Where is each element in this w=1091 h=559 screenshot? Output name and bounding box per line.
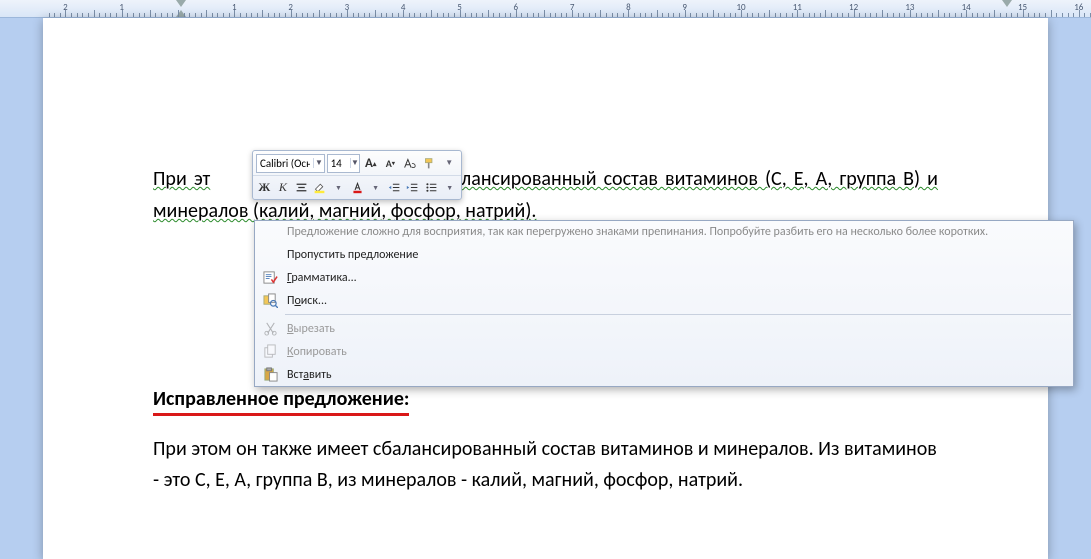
copy-icon [259,344,281,359]
search-item[interactable]: Поиск... [255,289,1073,312]
corrected-heading[interactable]: Исправленное предложение: [153,387,409,416]
grammar-label: Грамматика... [287,271,1073,285]
context-menu[interactable]: Предложение сложно для восприятия, так к… [254,220,1074,387]
grow-font-button[interactable]: A▴ [362,154,380,172]
font-size-input[interactable] [328,157,350,170]
search-icon [259,293,281,308]
paste-icon [259,367,281,382]
right-indent-marker[interactable] [1002,0,1012,7]
font-family-dropdown-icon[interactable]: ▼ [313,158,323,168]
italic-button[interactable]: К [275,179,292,197]
paragraph-2[interactable]: При этом он также имеет сбалансированный… [153,434,938,496]
grammar-suggestion-item: Предложение сложно для восприятия, так к… [255,221,1073,243]
decrease-indent-button[interactable] [386,179,403,197]
paste-item[interactable]: Вставить [255,363,1073,386]
align-center-button[interactable] [293,179,310,197]
chevron-down-icon-2[interactable]: ▼ [330,179,347,197]
shrink-font-button[interactable]: A▾ [382,154,400,172]
skip-sentence-item[interactable]: Пропустить предложение [255,243,1073,266]
font-size-combo[interactable]: ▼ [327,154,360,173]
change-case-button[interactable] [401,154,419,172]
cut-icon [259,321,281,336]
bullets-button[interactable] [423,179,440,197]
format-painter-button[interactable] [421,154,439,172]
chevron-down-icon-3[interactable]: ▼ [367,179,384,197]
copy-item[interactable]: Копировать [255,340,1073,363]
grammar-error-text-1[interactable]: При эт [153,167,210,191]
font-color-button[interactable] [349,179,366,197]
chevron-down-icon[interactable]: ▼ [440,154,458,172]
grammar-icon [259,270,281,285]
paste-label: Вставить [287,368,1073,382]
increase-indent-button[interactable] [404,179,421,197]
chevron-down-icon-4[interactable]: ▼ [441,179,458,197]
font-family-input[interactable] [257,157,313,170]
font-family-combo[interactable]: ▼ [256,154,325,173]
mini-toolbar[interactable]: ▼ ▼ A▴ A▾ ▼ Ж К ▼ ▼ ▼ [252,150,462,200]
cut-label: Вырезать [287,322,1073,336]
skip-label: Пропустить предложение [287,248,1073,262]
bold-button[interactable]: Ж [256,179,273,197]
grammar-item[interactable]: Грамматика... [255,266,1073,289]
first-line-indent-marker[interactable] [176,0,186,7]
search-label: Поиск... [287,294,1073,308]
copy-label: Копировать [287,345,1073,359]
horizontal-ruler[interactable]: 2112345678910111213141516 [0,0,1091,18]
highlight-button[interactable] [312,179,329,197]
font-size-dropdown-icon[interactable]: ▼ [350,158,359,168]
menu-separator [285,314,1071,315]
cut-item[interactable]: Вырезать [255,317,1073,340]
